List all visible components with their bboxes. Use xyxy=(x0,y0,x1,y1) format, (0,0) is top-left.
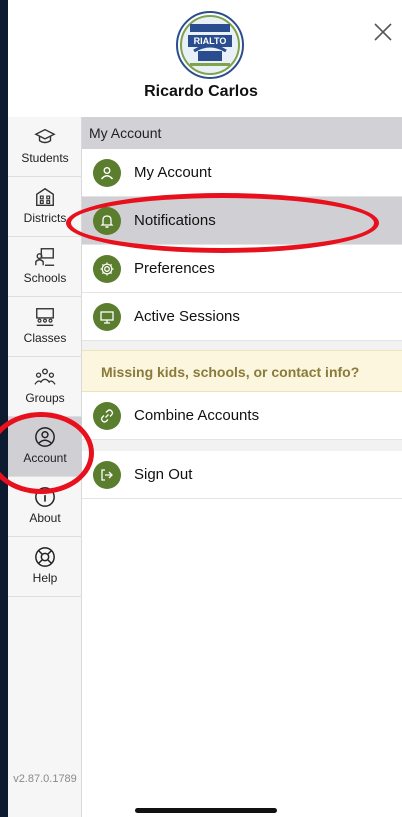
lifebuoy-icon xyxy=(35,547,55,567)
rail-item-classes[interactable]: Classes xyxy=(8,297,82,357)
row-label: My Account xyxy=(134,164,212,181)
rail-label: Schools xyxy=(23,271,67,285)
rail-item-students[interactable]: Students xyxy=(8,117,82,177)
row-label: Active Sessions xyxy=(134,308,240,325)
monitor-icon xyxy=(93,303,121,331)
rail-item-help[interactable]: Help xyxy=(8,537,82,597)
home-indicator xyxy=(135,808,277,813)
menu-row-sign-out[interactable]: Sign Out xyxy=(82,451,402,499)
graduation-cap-icon xyxy=(34,128,56,144)
rail-label: Groups xyxy=(25,391,65,405)
app-version: v2.87.0.1789 xyxy=(13,773,77,785)
gear-icon xyxy=(93,255,121,283)
sign-out-icon xyxy=(93,461,121,489)
group-icon xyxy=(34,368,56,385)
section-header: My Account xyxy=(82,117,402,149)
annotation-circle-notifications xyxy=(66,193,379,253)
rail-label: Help xyxy=(32,571,58,585)
link-icon xyxy=(93,402,121,430)
rail-item-groups[interactable]: Groups xyxy=(8,357,82,417)
rail-label: About xyxy=(29,511,61,525)
rail-item-schools[interactable]: Schools xyxy=(8,237,82,297)
missing-info-banner[interactable]: Missing kids, schools, or contact info? xyxy=(82,350,402,392)
user-icon xyxy=(93,159,121,187)
school-board-icon xyxy=(35,248,55,266)
header: RIALTO Ricardo Carlos xyxy=(8,0,402,115)
menu-row-combine-accounts[interactable]: Combine Accounts xyxy=(82,392,402,440)
classroom-icon xyxy=(36,308,54,326)
row-label: Sign Out xyxy=(134,466,193,483)
side-menu-panel: RIALTO Ricardo Carlos Students Districts… xyxy=(8,0,402,817)
section-gap xyxy=(82,341,402,350)
rail-label: Students xyxy=(21,151,69,165)
rialto-logo: RIALTO xyxy=(176,11,244,79)
user-name: Ricardo Carlos xyxy=(144,83,258,100)
row-label: Preferences xyxy=(134,260,215,277)
menu-row-my-account[interactable]: My Account xyxy=(82,149,402,197)
rail-label: Classes xyxy=(23,331,67,345)
close-icon[interactable] xyxy=(372,21,394,43)
row-label: Combine Accounts xyxy=(134,407,260,424)
section-gap xyxy=(82,440,402,451)
menu-row-active-sessions[interactable]: Active Sessions xyxy=(82,293,402,341)
building-icon xyxy=(36,187,54,206)
